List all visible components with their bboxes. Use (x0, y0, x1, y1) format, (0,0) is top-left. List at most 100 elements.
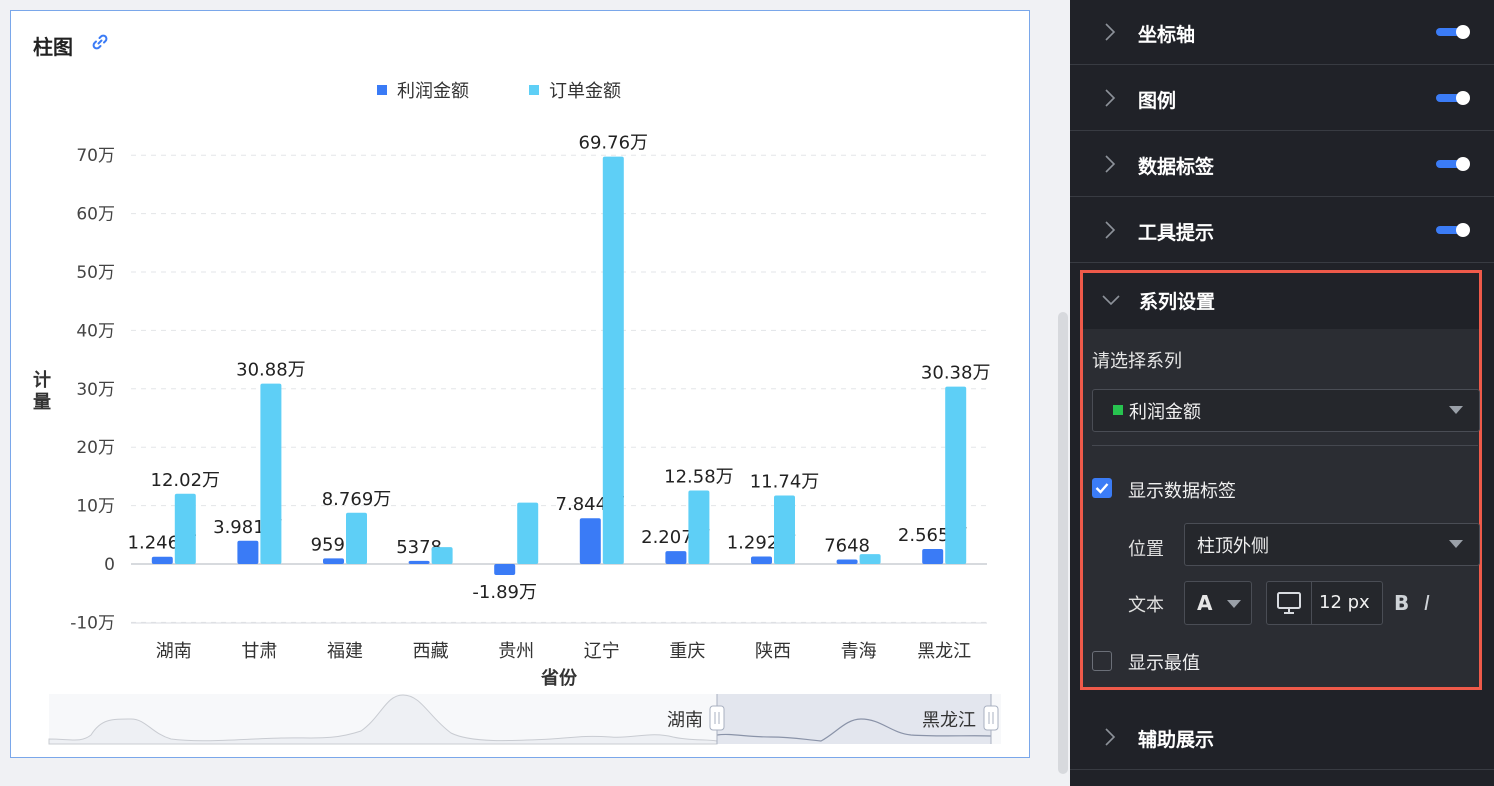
chevron-right-icon (1104, 727, 1116, 751)
bar-order (174, 493, 196, 564)
x-tick-label: 贵州 (498, 641, 534, 662)
axis-toggle[interactable] (1436, 25, 1470, 39)
select-series-label: 请选择系列 (1092, 351, 1182, 372)
divider (1092, 445, 1478, 446)
data-label: 30.38万 (921, 363, 991, 384)
slider-handle-right[interactable] (983, 705, 999, 731)
bar-order (517, 502, 539, 564)
y-axis-title: 量 (33, 391, 51, 413)
y-tick-label: 20万 (76, 438, 115, 458)
position-select-value: 柱顶外侧 (1197, 536, 1269, 557)
series-select[interactable]: 利润金额 (1092, 389, 1480, 432)
y-axis-title: 计 (33, 369, 51, 391)
bar-order (602, 156, 624, 564)
data-label: -1.89万 (472, 582, 537, 603)
bold-button[interactable]: B (1394, 591, 1409, 615)
section-axis[interactable]: 坐标轴 (1070, 0, 1494, 65)
bar-order (346, 512, 367, 564)
font-glyph: A (1197, 591, 1213, 615)
bar-chart: 70万60万50万40万30万20万10万0-10万计量省份湖南1.246万12… (33, 133, 991, 689)
position-select[interactable]: 柱顶外侧 (1184, 523, 1480, 566)
bar-profit (408, 560, 430, 564)
data-label: 30.88万 (236, 360, 306, 381)
bar-order (859, 554, 881, 564)
y-tick-label: 70万 (76, 146, 115, 166)
series-select-value: 利润金额 (1129, 402, 1201, 423)
bar-profit (494, 564, 516, 576)
chart-card: 柱图 利润金额 订单金额 70万 60万 50万 40万 30万 20万 10万 0 -10万计… (10, 10, 1030, 758)
x-tick-label: 福建 (327, 641, 363, 662)
bar-profit (836, 559, 858, 564)
bar-profit (323, 558, 344, 564)
monitor-icon (1267, 582, 1312, 624)
chevron-down-icon (1449, 540, 1463, 548)
legend-toggle[interactable] (1436, 91, 1470, 105)
text-label: 文本 (1128, 595, 1164, 616)
section-label: 工具提示 (1138, 222, 1215, 244)
section-label: 辅助展示 (1138, 729, 1215, 751)
italic-button[interactable]: I (1424, 591, 1430, 615)
font-size-value: 12 px (1319, 592, 1370, 613)
tooltip-toggle[interactable] (1436, 223, 1470, 237)
data-label: 12.02万 (151, 470, 221, 491)
series-settings-title: 系列设置 (1139, 291, 1216, 313)
section-label: 数据标签 (1138, 156, 1215, 178)
show-data-labels-checkbox[interactable] (1092, 478, 1112, 498)
y-tick-label: 10万 (76, 497, 115, 517)
slider-preview-area (48, 694, 718, 745)
slider-end-label: 黑龙江 (922, 710, 976, 731)
bar-order (260, 383, 282, 564)
x-axis-title: 省份 (540, 667, 578, 689)
data-label: 7648 (824, 536, 870, 557)
show-extreme-text: 显示最值 (1128, 653, 1200, 674)
section-label: 图例 (1138, 90, 1177, 112)
x-tick-label: 陕西 (755, 641, 791, 662)
x-tick-label: 甘肃 (241, 641, 277, 662)
chevron-right-icon (1104, 220, 1116, 244)
chevron-down-icon (1227, 600, 1241, 608)
slider-handle-left[interactable] (709, 705, 725, 731)
x-tick-label: 青海 (841, 641, 877, 662)
chevron-down-icon (1449, 406, 1463, 414)
slider-selected-line (716, 718, 992, 742)
bar-profit (665, 551, 687, 564)
data-label: 69.76万 (579, 133, 649, 154)
section-auxiliary[interactable]: 辅助展示 (1070, 705, 1494, 770)
scrollbar-thumb[interactable] (1058, 312, 1068, 774)
series-settings-section: 系列设置 请选择系列 利润金额 显示数据标签 位置 柱顶外侧 文本 A 12 p… (1080, 270, 1482, 690)
data-labels-toggle[interactable] (1436, 157, 1470, 171)
position-label: 位置 (1128, 539, 1164, 560)
x-tick-label: 黑龙江 (917, 641, 971, 662)
data-label: 12.58万 (664, 467, 734, 488)
bar-profit (751, 556, 772, 564)
y-tick-label: 40万 (76, 321, 115, 341)
bar-profit (579, 518, 601, 564)
chevron-right-icon (1104, 154, 1116, 178)
series-settings-header[interactable]: 系列设置 (1083, 273, 1479, 329)
series-color-swatch (1113, 405, 1123, 415)
data-label: 11.74万 (750, 471, 820, 492)
y-tick-label: 0 (104, 555, 115, 575)
show-data-labels-text: 显示数据标签 (1128, 481, 1236, 502)
bar-profit (237, 540, 259, 564)
slider-track (49, 694, 1001, 744)
bar-profit (922, 549, 944, 564)
checkmark-icon (1095, 483, 1109, 494)
slider-selected-range (717, 694, 991, 744)
font-color-button[interactable]: A (1184, 581, 1252, 625)
y-tick-label: 50万 (76, 263, 115, 283)
font-size-field[interactable]: 12 px (1266, 581, 1383, 625)
section-label: 坐标轴 (1138, 24, 1196, 46)
show-extreme-checkbox[interactable] (1092, 651, 1112, 671)
section-tooltip[interactable]: 工具提示 (1070, 198, 1494, 263)
chevron-right-icon (1104, 22, 1116, 46)
y-tick-label: -10万 (70, 613, 115, 633)
section-data-labels[interactable]: 数据标签 (1070, 132, 1494, 197)
x-tick-label: 重庆 (669, 641, 705, 662)
x-tick-label: 湖南 (156, 641, 192, 662)
chevron-down-icon (1101, 291, 1121, 310)
y-tick-label: 30万 (76, 380, 115, 400)
bar-order (688, 490, 710, 564)
bar-profit (151, 556, 173, 564)
section-legend[interactable]: 图例 (1070, 66, 1494, 131)
